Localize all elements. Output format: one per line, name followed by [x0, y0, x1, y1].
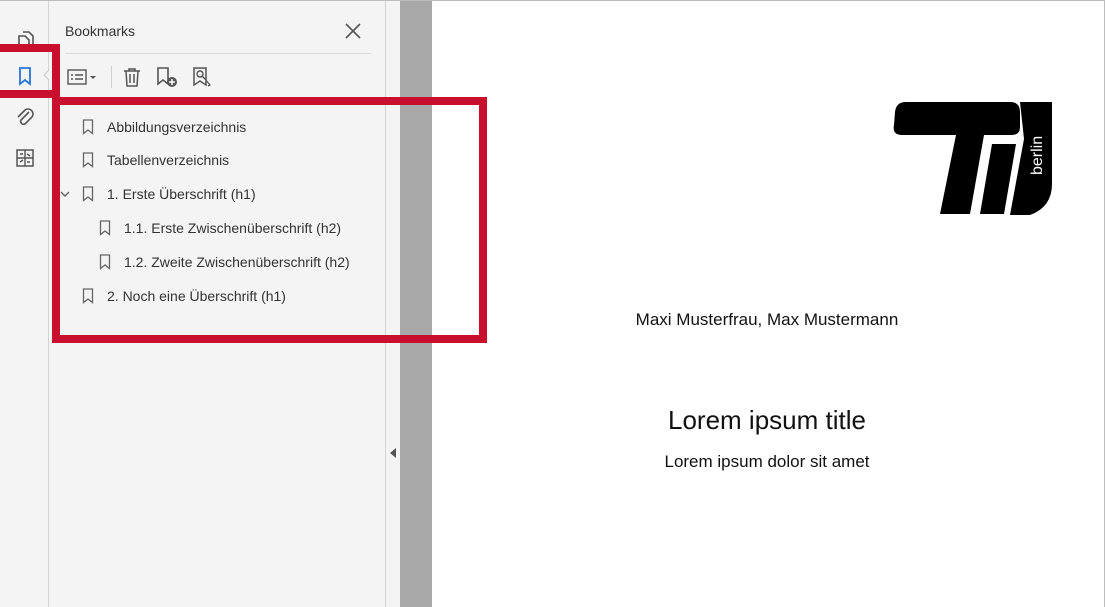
highlight-bookmark-button: [0, 44, 60, 98]
document-title: Lorem ipsum title: [668, 405, 866, 435]
close-icon[interactable]: [343, 21, 363, 41]
delete-icon[interactable]: [121, 64, 143, 90]
find-bookmark-icon[interactable]: [191, 64, 213, 90]
collapse-panel-icon[interactable]: [389, 448, 397, 458]
document-authors: Maxi Musterfrau, Max Mustermann: [635, 310, 899, 329]
compare-icon[interactable]: [12, 145, 38, 171]
logo-text: berlin: [1029, 136, 1046, 175]
document-subtitle: Lorem ipsum dolor sit amet: [664, 452, 870, 471]
new-bookmark-icon[interactable]: [155, 64, 179, 90]
toolbar-separator: [111, 66, 112, 88]
attachment-icon[interactable]: [12, 105, 38, 131]
options-icon[interactable]: [67, 64, 99, 90]
document-page: berlin Maxi Musterfrau, Max Mustermann L…: [432, 1, 1104, 607]
panel-divider: [65, 53, 371, 54]
tu-berlin-logo: berlin: [893, 102, 1052, 215]
panel-title: Bookmarks: [65, 23, 136, 39]
highlight-bookmark-tree: [52, 97, 487, 343]
